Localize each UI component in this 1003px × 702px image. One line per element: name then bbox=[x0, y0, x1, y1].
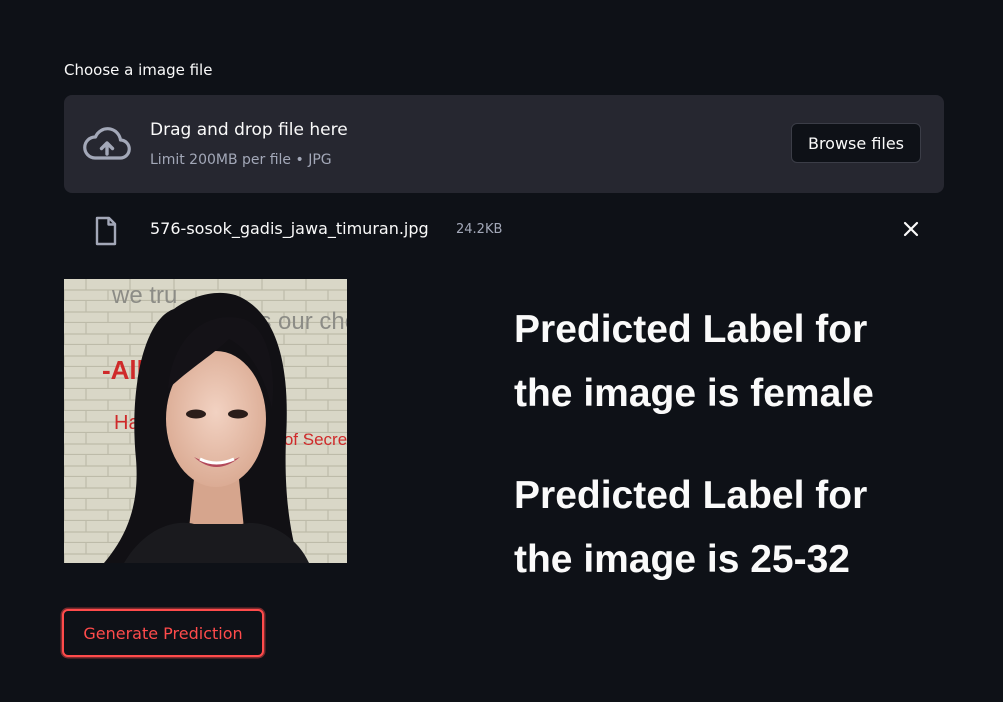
browse-files-button[interactable]: Browse files bbox=[791, 123, 921, 163]
close-icon[interactable] bbox=[900, 218, 922, 240]
file-icon bbox=[95, 216, 117, 246]
uploaded-file-size: 24.2KB bbox=[456, 222, 503, 237]
wall-text-1: we tru bbox=[111, 282, 177, 309]
portrait-photo: we tru is our choic -Alb Har er of Secre… bbox=[64, 279, 347, 563]
file-uploader-label: Choose a image file bbox=[64, 61, 213, 79]
uploaded-image-preview: we tru is our choic -Alb Har er of Secre… bbox=[64, 279, 347, 563]
app-main: Choose a image file Drag and drop file h… bbox=[0, 0, 1003, 702]
dropzone-limit-text: Limit 200MB per file • JPG bbox=[150, 152, 332, 168]
generate-prediction-button[interactable]: Generate Prediction bbox=[62, 609, 264, 657]
age-prediction-text: Predicted Label for the image is 25-32 bbox=[514, 474, 868, 581]
cloud-upload-icon bbox=[83, 127, 131, 160]
file-dropzone[interactable]: Drag and drop file here Limit 200MB per … bbox=[64, 95, 944, 193]
gender-prediction-text: Predicted Label for the image is female bbox=[514, 308, 874, 415]
dropzone-title: Drag and drop file here bbox=[150, 120, 348, 140]
uploaded-file-name: 576-sosok_gadis_jawa_timuran.jpg bbox=[150, 219, 429, 238]
uploaded-file-row: 576-sosok_gadis_jawa_timuran.jpg 24.2KB bbox=[64, 210, 944, 250]
